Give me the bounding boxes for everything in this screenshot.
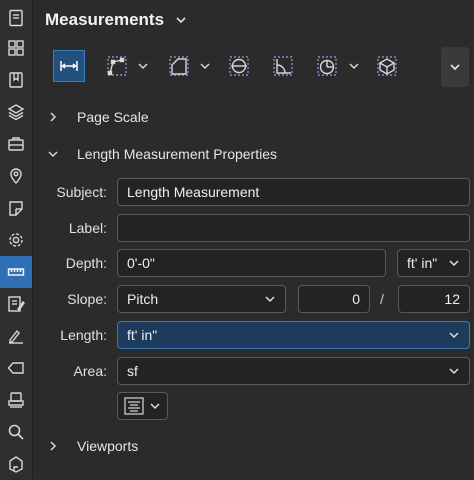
text-format-button[interactable] <box>117 392 168 420</box>
area-measure-icon <box>169 56 189 76</box>
chevron-down-icon[interactable] <box>174 13 188 27</box>
depth-unit-value: ft' in" <box>407 255 438 271</box>
length-unit-select[interactable]: ft' in" <box>117 321 470 349</box>
length-unit-value: ft' in" <box>127 327 158 343</box>
area-unit-value: sf <box>127 363 138 379</box>
slope-label: Slope: <box>67 291 107 307</box>
places-icon[interactable] <box>0 160 32 192</box>
section-viewports[interactable]: Viewports <box>47 435 138 457</box>
properties-icon[interactable] <box>0 192 32 224</box>
toolbar-overflow-button[interactable] <box>441 47 469 87</box>
depth-value: 0'-0" <box>127 255 155 271</box>
label-field[interactable] <box>117 214 470 242</box>
slope-type-value: Pitch <box>127 291 159 307</box>
thumbnails-icon[interactable] <box>0 32 32 64</box>
area-label: Area: <box>73 363 107 379</box>
spaces-icon[interactable] <box>0 448 32 480</box>
section-label: Viewports <box>77 438 139 454</box>
markups-list-icon[interactable] <box>0 288 32 320</box>
document-icon[interactable] <box>0 2 32 34</box>
length-tool-button[interactable] <box>53 50 85 82</box>
volume-tool-button[interactable] <box>371 50 403 82</box>
settings-icon[interactable] <box>0 224 32 256</box>
radius-tool-button[interactable] <box>311 50 343 82</box>
section-length-measurement-properties[interactable]: Length Measurement Properties <box>47 143 277 165</box>
measurements-panel: Measurements Page Scale Length Measureme… <box>33 0 474 479</box>
tags-icon[interactable] <box>0 352 32 384</box>
slope-run-value: 12 <box>444 291 460 307</box>
depth-field[interactable]: 0'-0" <box>117 249 386 277</box>
chevron-down-icon <box>265 296 275 303</box>
section-page-scale[interactable]: Page Scale <box>47 106 149 128</box>
slope-rise-value: 0 <box>352 291 360 307</box>
chevron-right-icon <box>50 112 57 122</box>
angle-tool-button[interactable] <box>267 50 299 82</box>
chevron-down-icon <box>48 151 58 158</box>
toolchest-icon[interactable] <box>0 128 32 160</box>
layers-icon[interactable] <box>0 96 32 128</box>
slope-run-field[interactable]: 12 <box>398 285 470 313</box>
chevron-down-icon <box>449 260 459 267</box>
label-label: Label: <box>68 220 107 236</box>
panel-header[interactable]: Measurements <box>45 8 188 32</box>
polylength-tool-button[interactable] <box>101 50 133 82</box>
depth-unit-select[interactable]: ft' in" <box>397 249 470 277</box>
volume-icon <box>377 56 397 76</box>
polylength-dropdown-icon[interactable] <box>137 60 149 72</box>
area-tool-button[interactable] <box>163 50 195 82</box>
radius-icon <box>317 56 337 76</box>
chevron-down-icon <box>449 368 459 375</box>
length-measure-icon <box>60 61 78 71</box>
area-dropdown-icon[interactable] <box>199 60 211 72</box>
left-tool-rail <box>0 0 33 479</box>
chevron-down-icon <box>450 64 460 71</box>
chevron-down-icon <box>449 332 459 339</box>
bookmarks-icon[interactable] <box>0 64 32 96</box>
section-label: Length Measurement Properties <box>77 146 277 162</box>
radius-dropdown-icon[interactable] <box>348 60 360 72</box>
section-label: Page Scale <box>77 109 149 125</box>
diameter-icon <box>229 56 249 76</box>
angle-icon <box>273 56 293 76</box>
panel-title: Measurements <box>45 10 165 29</box>
subject-label: Subject: <box>56 184 107 200</box>
text-align-icon <box>124 397 144 415</box>
measurement-toolbar <box>33 47 474 87</box>
subject-value: Length Measurement <box>127 184 260 200</box>
area-unit-select[interactable]: sf <box>117 357 470 385</box>
polylength-icon <box>107 56 127 76</box>
chevron-right-icon <box>50 441 57 451</box>
chevron-down-icon <box>150 403 160 410</box>
diameter-tool-button[interactable] <box>223 50 255 82</box>
length-label: Length: <box>60 327 107 343</box>
measurements-icon[interactable] <box>0 256 32 288</box>
stamps-icon[interactable] <box>0 384 32 416</box>
slope-type-select[interactable]: Pitch <box>117 285 286 313</box>
search-icon[interactable] <box>0 416 32 448</box>
subject-field[interactable]: Length Measurement <box>117 178 470 206</box>
signatures-icon[interactable] <box>0 320 32 352</box>
slope-separator: / <box>380 291 384 307</box>
depth-label: Depth: <box>65 255 107 271</box>
slope-rise-field[interactable]: 0 <box>298 285 370 313</box>
